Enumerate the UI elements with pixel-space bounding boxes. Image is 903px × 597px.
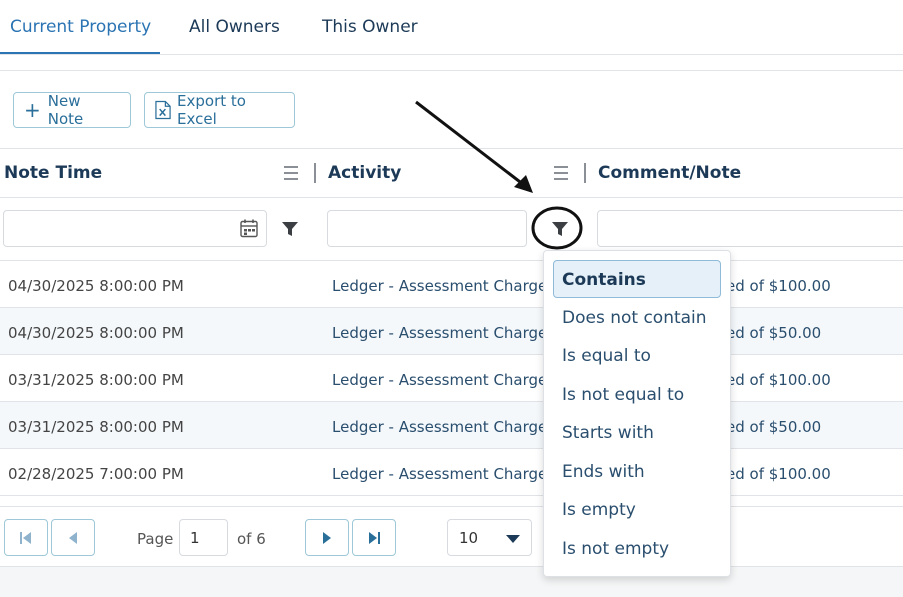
note-time-cell: 02/28/2025 7:00:00 PM [8, 465, 184, 483]
note-time-cell: 04/30/2025 8:00:00 PM [8, 324, 184, 342]
comment-cell: ed of $50.00 [726, 324, 822, 342]
filter-option-is-empty[interactable]: Is empty [562, 500, 636, 520]
first-page-button[interactable] [4, 519, 48, 556]
last-page-button[interactable] [352, 519, 396, 556]
note-time-filter-input[interactable] [3, 210, 267, 247]
footer-background [0, 567, 903, 597]
tab-current-property[interactable]: Current Property [10, 17, 151, 37]
page-size-value: 10 [459, 529, 479, 547]
annotation-arrowhead [514, 175, 533, 193]
activity-cell: Ledger - Assessment Charge [332, 418, 548, 436]
table-row[interactable]: 03/31/2025 8:00:00 PM Ledger - Assessmen… [0, 402, 903, 449]
page-count-label: of 6 [237, 530, 266, 548]
filter-option-is-not-equal-to[interactable]: Is not equal to [562, 385, 684, 405]
calendar-icon[interactable] [239, 218, 259, 238]
comment-cell: ed of $50.00 [726, 418, 822, 436]
table-row[interactable]: 04/30/2025 8:00:00 PM Ledger - Assessmen… [0, 308, 903, 355]
comment-cell: ed of $100.00 [726, 277, 831, 295]
activity-filter-icon[interactable] [551, 220, 569, 238]
first-page-icon [20, 531, 31, 544]
filter-option-does-not-contain[interactable]: Does not contain [562, 308, 707, 328]
activity-filter-input[interactable] [327, 210, 527, 247]
note-time-cell: 03/31/2025 8:00:00 PM [8, 418, 184, 436]
activity-cell: Ledger - Assessment Charge [332, 371, 548, 389]
filter-option-is-not-empty[interactable]: Is not empty [562, 539, 669, 559]
active-tab-indicator [0, 52, 160, 54]
filter-option-is-equal-to[interactable]: Is equal to [562, 346, 651, 366]
chevron-down-icon [506, 535, 520, 543]
page-number-input[interactable]: 1 [179, 519, 228, 556]
activity-cell: Ledger - Assessment Charge [332, 277, 548, 295]
activity-cell: Ledger - Assessment Charge [332, 465, 548, 483]
page-label: Page [137, 530, 174, 548]
column-menu-icon[interactable] [284, 166, 298, 180]
filter-option-contains[interactable]: Contains [553, 260, 721, 298]
new-note-label: New Note [47, 92, 84, 128]
filter-operator-menu: Contains Does not contain Is equal to Is… [543, 250, 731, 577]
last-page-icon [369, 531, 380, 544]
new-note-button[interactable]: + New Note [13, 92, 131, 128]
page-size-select[interactable]: 10 [447, 519, 532, 556]
column-resize-handle[interactable] [584, 163, 586, 183]
export-to-excel-button[interactable]: Export to Excel [144, 92, 295, 128]
column-header-note-time[interactable]: Note Time [4, 163, 102, 183]
comment-cell: ed of $100.00 [726, 465, 831, 483]
tab-this-owner[interactable]: This Owner [322, 17, 418, 37]
comment-cell: ed of $100.00 [726, 371, 831, 389]
previous-page-button[interactable] [51, 519, 95, 556]
previous-page-icon [69, 531, 77, 544]
column-header-activity[interactable]: Activity [328, 163, 401, 183]
table-row[interactable]: 04/30/2025 8:00:00 PM Ledger - Assessmen… [0, 261, 903, 308]
pager: Page 1 of 6 10 [0, 506, 903, 567]
table-row[interactable]: 02/28/2025 7:00:00 PM Ledger - Assessmen… [0, 449, 903, 496]
next-page-button[interactable] [305, 519, 349, 556]
toolbar-divider [0, 70, 903, 71]
next-page-icon [323, 531, 331, 544]
filter-option-ends-with[interactable]: Ends with [562, 462, 645, 482]
export-label: Export to Excel [177, 92, 246, 128]
filter-icon[interactable] [281, 220, 299, 238]
plus-icon: + [24, 98, 41, 122]
tab-bar: Current Property All Owners This Owner [0, 0, 903, 55]
column-menu-icon[interactable] [554, 166, 568, 180]
activity-cell: Ledger - Assessment Charge [332, 324, 548, 342]
comment-filter-input[interactable] [597, 210, 903, 247]
column-header-comment-note[interactable]: Comment/Note [598, 163, 741, 183]
table-row[interactable]: 03/31/2025 8:00:00 PM Ledger - Assessmen… [0, 355, 903, 402]
excel-file-icon [155, 100, 171, 120]
grid-top-border [0, 148, 903, 149]
header-divider [0, 197, 903, 198]
filter-option-starts-with[interactable]: Starts with [562, 423, 654, 443]
tab-all-owners[interactable]: All Owners [189, 17, 280, 37]
note-time-cell: 03/31/2025 8:00:00 PM [8, 371, 184, 389]
column-resize-handle[interactable] [314, 163, 316, 183]
annotation-arrow [415, 100, 525, 187]
note-time-cell: 04/30/2025 8:00:00 PM [8, 277, 184, 295]
